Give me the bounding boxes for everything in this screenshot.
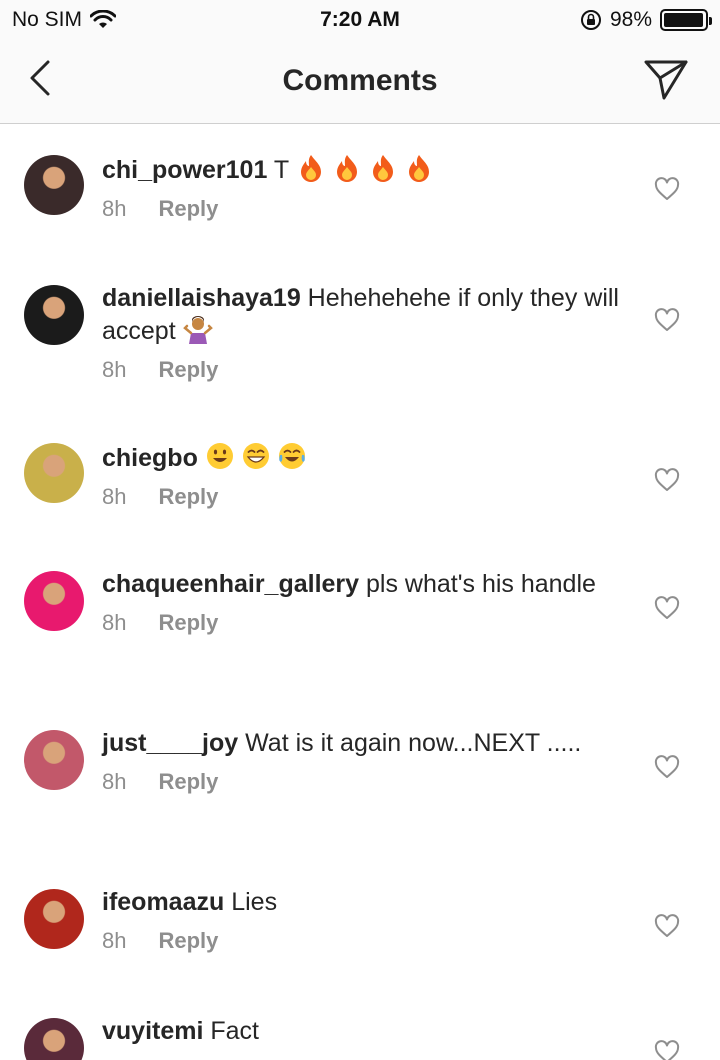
comment-body: ifeomaazu Lies 8h Reply: [102, 887, 622, 954]
reply-button[interactable]: Reply: [158, 484, 218, 510]
page-title: Comments: [282, 64, 438, 97]
comment-username[interactable]: vuyitemi: [102, 1017, 203, 1045]
heart-outline-icon[interactable]: [654, 755, 680, 779]
comment-timestamp: 8h: [102, 610, 127, 635]
avatar[interactable]: [24, 1018, 84, 1060]
avatar[interactable]: [24, 155, 84, 215]
comment-message: pls what's his handle: [359, 570, 596, 598]
comment-text: chaqueenhair_gallery pls what's his hand…: [102, 569, 622, 600]
heart-outline-icon[interactable]: [654, 596, 680, 620]
avatar[interactable]: [24, 571, 84, 631]
comment-message: Fact: [203, 1017, 260, 1045]
rotation-lock-icon: [580, 10, 601, 30]
battery-percent: 98%: [609, 8, 652, 31]
comment-username[interactable]: daniellaishaya19: [102, 284, 301, 312]
comment-message: [198, 444, 205, 472]
status-right: 98%: [580, 8, 712, 32]
fire-emoji-icon: [372, 155, 393, 182]
comment-body: chi_power101 T 8h Reply: [102, 153, 622, 222]
comment-username[interactable]: chi_power101: [102, 156, 267, 184]
comment-text: ifeomaazu Lies: [102, 887, 622, 918]
reply-button[interactable]: Reply: [158, 769, 218, 795]
comment-text: daniellaishaya19 Hehehehehe if only they…: [102, 283, 622, 347]
comment-meta: 8h Reply: [102, 769, 622, 795]
comment-body: daniellaishaya19 Hehehehehe if only they…: [102, 283, 622, 383]
heart-outline-icon[interactable]: [654, 1040, 680, 1060]
reply-button[interactable]: Reply: [158, 196, 218, 222]
heart-outline-icon[interactable]: [654, 308, 680, 332]
comment-username[interactable]: ifeomaazu: [102, 888, 224, 916]
comment-meta: 8h Reply: [102, 484, 622, 510]
grinning-face-emoji-icon: [206, 443, 233, 469]
paper-plane-icon[interactable]: [642, 56, 690, 102]
comment-meta: 8h Reply: [102, 196, 622, 222]
nav-bar: Comments: [0, 40, 720, 124]
comment-text: chi_power101 T: [102, 153, 622, 186]
comment-body: chaqueenhair_gallery pls what's his hand…: [102, 569, 622, 636]
comment-message: T: [267, 156, 289, 184]
comment-body: just____joy Wat is it again now...NEXT .…: [102, 728, 622, 795]
reply-button[interactable]: Reply: [158, 928, 218, 954]
fire-emoji-icon: [300, 155, 321, 182]
battery-icon: [660, 9, 712, 31]
person-shrugging-emoji-icon: [182, 316, 213, 344]
comment-emojis: [205, 443, 313, 472]
comment-text: vuyitemi Fact: [102, 1016, 622, 1047]
heart-outline-icon[interactable]: [654, 468, 680, 492]
heart-outline-icon[interactable]: [654, 914, 680, 938]
comment-emojis: [289, 155, 440, 184]
comment-meta: 8h Reply: [102, 610, 622, 636]
comment-timestamp: 8h: [102, 484, 127, 509]
comment-message: Wat is it again now...NEXT .....: [238, 729, 582, 757]
beaming-face-emoji-icon: [242, 443, 269, 469]
comment-username[interactable]: chaqueenhair_gallery: [102, 570, 359, 598]
comment-timestamp: 8h: [102, 928, 127, 953]
status-bar: No SIM 7:20 AM 98%: [0, 0, 720, 40]
comment-timestamp: 8h: [102, 769, 127, 794]
comment-username[interactable]: just____joy: [102, 729, 238, 757]
reply-button[interactable]: Reply: [158, 610, 218, 636]
comment-username[interactable]: chiegbo: [102, 444, 198, 472]
comment-text: chiegbo: [102, 441, 622, 474]
comment-body: chiegbo 8h Reply: [102, 441, 622, 510]
comment-meta: 8h Reply: [102, 357, 622, 383]
comment-timestamp: 8h: [102, 196, 127, 221]
fire-emoji-icon: [336, 155, 357, 182]
comment-body: vuyitemi Fact: [102, 1016, 622, 1047]
avatar[interactable]: [24, 443, 84, 503]
comment-emojis: [176, 316, 219, 345]
comment-timestamp: 8h: [102, 357, 127, 382]
avatar[interactable]: [24, 730, 84, 790]
avatar[interactable]: [24, 285, 84, 345]
reply-button[interactable]: Reply: [158, 357, 218, 383]
fire-emoji-icon: [408, 155, 429, 182]
comment-meta: 8h Reply: [102, 928, 622, 954]
tears-of-joy-emoji-icon: [278, 443, 305, 469]
heart-outline-icon[interactable]: [654, 177, 680, 201]
comment-text: just____joy Wat is it again now...NEXT .…: [102, 728, 622, 759]
battery-fill: [664, 13, 704, 27]
comment-message: Lies: [224, 888, 278, 916]
battery-tip: [709, 17, 712, 25]
avatar[interactable]: [24, 889, 84, 949]
